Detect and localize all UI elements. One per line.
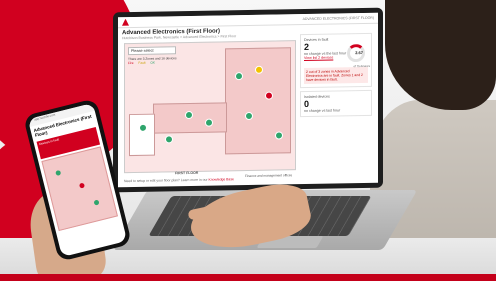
legend-fault: Fault (138, 60, 146, 65)
topbar-right-label: ADVANCED ELECTRONICS (FIRST FLOOR) (302, 15, 374, 22)
photo-scene: ADVANCED ELECTRONICS (FIRST FLOOR) Advan… (0, 0, 496, 281)
fault-warning: 2 out of 3 zones in Advanced Electronics… (304, 66, 368, 85)
area-label: Finance and management offices (245, 173, 293, 179)
right-panel: Devices in fault 2 no change vs the last… (300, 32, 372, 178)
ring-unit: of 75 devices (353, 63, 370, 69)
legend-fire: Fire (128, 60, 134, 66)
zone-select[interactable]: Please select (128, 46, 176, 56)
device-marker[interactable] (165, 135, 173, 144)
knowledge-base-link[interactable]: Knowledge Base (208, 177, 233, 181)
phone-device-marker[interactable] (55, 169, 62, 176)
zone-legend: There are 3 Zones and 16 devices Fire Fa… (128, 56, 188, 65)
phone-device-marker-fire[interactable] (78, 182, 86, 189)
phone-device-marker[interactable] (93, 199, 100, 206)
brand-logo (122, 19, 129, 26)
laptop-app: ADVANCED ELECTRONICS (FIRST FLOOR) Advan… (118, 12, 378, 188)
isolated-sub: no change vs last hour (304, 108, 341, 114)
floor-label: FIRST FLOOR (175, 170, 199, 176)
bottom-note: Need to setup or edit your floor plan? L… (124, 177, 234, 183)
phone-floor-plan[interactable] (41, 146, 118, 232)
ring-value: 2.67 (355, 49, 363, 56)
person-hair (385, 0, 496, 110)
legend-summary: There are 3 Zones and 16 devices (128, 56, 177, 62)
legend-ok: OK (150, 60, 155, 65)
isolated-devices-card: Isolated devices 0 no change vs last hou… (300, 89, 372, 118)
laptop-screen: ADVANCED ELECTRONICS (FIRST FLOOR) Advan… (113, 7, 383, 193)
bottom-note-text: Need to setup or edit your floor plan? L… (124, 177, 208, 184)
zone-room-c (129, 113, 155, 157)
brand-bottom-bar (0, 274, 496, 281)
devices-in-fault-card: Devices in fault 2 no change vs the last… (300, 32, 372, 89)
